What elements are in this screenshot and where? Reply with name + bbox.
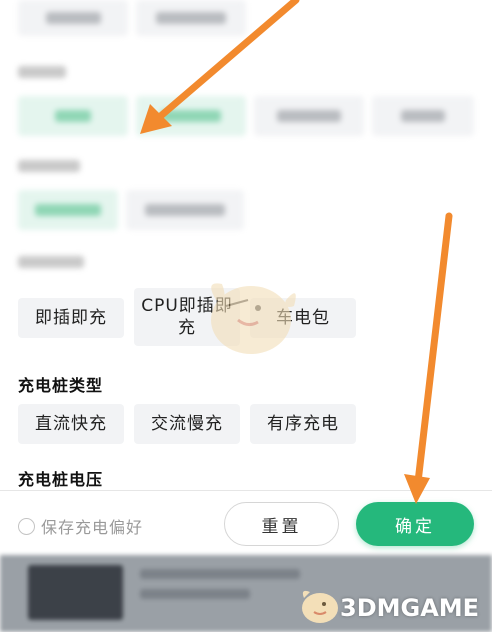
section-label — [18, 160, 80, 172]
footer-bar: 保存充电偏好 重置 确定 — [0, 490, 492, 555]
confirm-button[interactable]: 确定 — [356, 502, 474, 546]
label-placeholder — [18, 256, 84, 268]
mascot-watermark-icon — [211, 283, 296, 354]
option-dc-fast[interactable]: 直流快充 — [18, 404, 124, 444]
chip-label-placeholder — [277, 110, 341, 122]
filter-chip[interactable] — [126, 190, 244, 230]
label-placeholder — [18, 66, 66, 78]
filter-chip[interactable] — [136, 0, 246, 36]
filter-chip[interactable] — [372, 96, 474, 136]
option-plug-and-charge[interactable]: 即插即充 — [18, 298, 124, 338]
chip-label-placeholder — [145, 204, 225, 216]
option-ordered-charging[interactable]: 有序充电 — [250, 404, 356, 444]
chip-label-placeholder — [401, 110, 445, 122]
save-preference-checkbox[interactable]: 保存充电偏好 — [18, 514, 143, 538]
chip-label-placeholder — [161, 110, 221, 122]
pile-voltage-title: 充电桩电压 — [18, 470, 104, 489]
chip-label-placeholder — [156, 12, 226, 24]
chip-label-placeholder — [55, 110, 91, 122]
chip-label-placeholder — [45, 12, 101, 24]
filter-chip-selected[interactable] — [18, 190, 118, 230]
chip-label-placeholder — [35, 204, 101, 216]
filter-chip[interactable] — [18, 0, 128, 36]
filter-chip[interactable] — [254, 96, 364, 136]
filter-chip-selected[interactable] — [136, 96, 246, 136]
background-thumbnail — [28, 565, 123, 620]
section-label — [18, 256, 84, 268]
filter-chip-selected[interactable] — [18, 96, 128, 136]
filter-panel: 即插即充 CPU即插即充 车电包 充电桩类型 直流快充 交流慢充 有序充电 充电… — [0, 0, 492, 632]
label-placeholder — [18, 160, 80, 172]
reset-button[interactable]: 重置 — [224, 502, 339, 546]
section-label — [18, 66, 66, 78]
radio-unchecked-icon[interactable] — [18, 517, 35, 535]
blurred-filter-section — [0, 0, 492, 285]
pile-type-title: 充电桩类型 — [18, 376, 104, 395]
option-ac-slow[interactable]: 交流慢充 — [134, 404, 240, 444]
save-preference-label: 保存充电偏好 — [41, 518, 144, 537]
background-line — [140, 569, 300, 579]
watermark-logo: 3DMGAME — [340, 594, 480, 622]
watermark-mascot-icon — [302, 590, 338, 623]
background-line — [140, 589, 250, 599]
